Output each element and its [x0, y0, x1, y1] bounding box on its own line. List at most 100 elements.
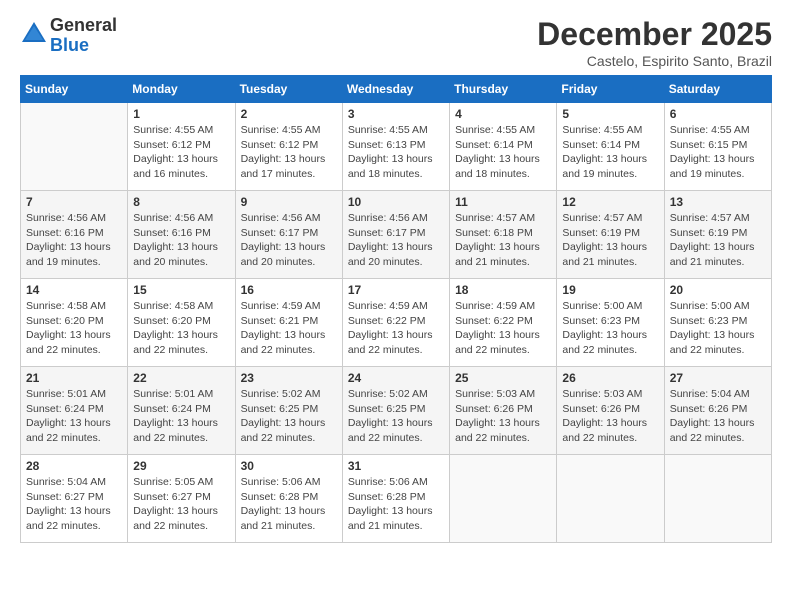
week-row-4: 21 Sunrise: 5:01 AMSunset: 6:24 PMDayligh…: [21, 367, 772, 455]
day-info: Sunrise: 5:05 AMSunset: 6:27 PMDaylight:…: [133, 475, 229, 534]
week-row-3: 14 Sunrise: 4:58 AMSunset: 6:20 PMDayligh…: [21, 279, 772, 367]
header-cell-saturday: Saturday: [664, 76, 771, 103]
day-number: 5: [562, 107, 658, 121]
day-number: 19: [562, 283, 658, 297]
day-info: Sunrise: 5:02 AMSunset: 6:25 PMDaylight:…: [348, 387, 444, 446]
day-number: 4: [455, 107, 551, 121]
month-title: December 2025: [537, 16, 772, 53]
day-number: 24: [348, 371, 444, 385]
day-cell: 18 Sunrise: 4:59 AMSunset: 6:22 PMDayligh…: [450, 279, 557, 367]
day-info: Sunrise: 5:00 AMSunset: 6:23 PMDaylight:…: [562, 299, 658, 358]
day-number: 9: [241, 195, 337, 209]
day-cell: 7Sunrise: 4:56 AMSunset: 6:16 PMDaylight…: [21, 191, 128, 279]
day-number: 11: [455, 195, 551, 209]
day-info: Sunrise: 4:57 AMSunset: 6:19 PMDaylight:…: [670, 211, 766, 270]
day-cell: 4 Sunrise: 4:55 AMSunset: 6:14 PMDaylight…: [450, 103, 557, 191]
page: General Blue December 2025 Castelo, Espi…: [0, 0, 792, 612]
day-cell: 10 Sunrise: 4:56 AMSunset: 6:17 PMDayligh…: [342, 191, 449, 279]
day-info: Sunrise: 4:56 AMSunset: 6:16 PMDaylight:…: [133, 211, 229, 270]
day-info: Sunrise: 4:55 AMSunset: 6:14 PMDaylight:…: [455, 123, 551, 182]
day-info: Sunrise: 4:55 AMSunset: 6:14 PMDaylight:…: [562, 123, 658, 182]
week-row-5: 28Sunrise: 5:04 AMSunset: 6:27 PMDayligh…: [21, 455, 772, 543]
day-info: Sunrise: 5:03 AMSunset: 6:26 PMDaylight:…: [562, 387, 658, 446]
day-cell: 22 Sunrise: 5:01 AMSunset: 6:24 PMDayligh…: [128, 367, 235, 455]
day-info: Sunrise: 4:58 AMSunset: 6:20 PMDaylight:…: [26, 299, 122, 358]
day-cell: 29 Sunrise: 5:05 AMSunset: 6:27 PMDayligh…: [128, 455, 235, 543]
day-cell: 20 Sunrise: 5:00 AMSunset: 6:23 PMDayligh…: [664, 279, 771, 367]
day-number: 8: [133, 195, 229, 209]
day-number: 22: [133, 371, 229, 385]
day-number: 21: [26, 371, 122, 385]
subtitle: Castelo, Espirito Santo, Brazil: [537, 53, 772, 69]
calendar-table: SundayMondayTuesdayWednesdayThursdayFrid…: [20, 75, 772, 543]
day-info: Sunrise: 4:55 AMSunset: 6:15 PMDaylight:…: [670, 123, 766, 182]
day-info: Sunrise: 5:06 AMSunset: 6:28 PMDaylight:…: [348, 475, 444, 534]
day-cell: 11Sunrise: 4:57 AMSunset: 6:18 PMDayligh…: [450, 191, 557, 279]
day-info: Sunrise: 4:59 AMSunset: 6:21 PMDaylight:…: [241, 299, 337, 358]
day-cell: 27Sunrise: 5:04 AMSunset: 6:26 PMDayligh…: [664, 367, 771, 455]
day-info: Sunrise: 5:04 AMSunset: 6:26 PMDaylight:…: [670, 387, 766, 446]
header-cell-monday: Monday: [128, 76, 235, 103]
day-number: 29: [133, 459, 229, 473]
day-number: 13: [670, 195, 766, 209]
day-number: 16: [241, 283, 337, 297]
day-info: Sunrise: 4:55 AMSunset: 6:12 PMDaylight:…: [241, 123, 337, 182]
day-number: 12: [562, 195, 658, 209]
day-info: Sunrise: 5:03 AMSunset: 6:26 PMDaylight:…: [455, 387, 551, 446]
day-number: 26: [562, 371, 658, 385]
day-info: Sunrise: 5:01 AMSunset: 6:24 PMDaylight:…: [26, 387, 122, 446]
day-cell: 12 Sunrise: 4:57 AMSunset: 6:19 PMDayligh…: [557, 191, 664, 279]
header: General Blue December 2025 Castelo, Espi…: [20, 16, 772, 69]
day-cell: 23Sunrise: 5:02 AMSunset: 6:25 PMDayligh…: [235, 367, 342, 455]
day-number: 31: [348, 459, 444, 473]
day-cell: 1 Sunrise: 4:55 AMSunset: 6:12 PMDaylight…: [128, 103, 235, 191]
day-info: Sunrise: 4:59 AMSunset: 6:22 PMDaylight:…: [455, 299, 551, 358]
header-row: SundayMondayTuesdayWednesdayThursdayFrid…: [21, 76, 772, 103]
day-cell: 26 Sunrise: 5:03 AMSunset: 6:26 PMDayligh…: [557, 367, 664, 455]
day-cell: [664, 455, 771, 543]
calendar-body: 1 Sunrise: 4:55 AMSunset: 6:12 PMDaylight…: [21, 103, 772, 543]
day-cell: 3Sunrise: 4:55 AMSunset: 6:13 PMDaylight…: [342, 103, 449, 191]
day-number: 14: [26, 283, 122, 297]
logo-icon: [20, 20, 48, 48]
day-info: Sunrise: 4:57 AMSunset: 6:19 PMDaylight:…: [562, 211, 658, 270]
day-cell: 13 Sunrise: 4:57 AMSunset: 6:19 PMDayligh…: [664, 191, 771, 279]
week-row-1: 1 Sunrise: 4:55 AMSunset: 6:12 PMDaylight…: [21, 103, 772, 191]
day-number: 3: [348, 107, 444, 121]
day-cell: [557, 455, 664, 543]
header-cell-sunday: Sunday: [21, 76, 128, 103]
day-cell: 17 Sunrise: 4:59 AMSunset: 6:22 PMDayligh…: [342, 279, 449, 367]
logo: General Blue: [20, 16, 117, 56]
day-info: Sunrise: 5:04 AMSunset: 6:27 PMDaylight:…: [26, 475, 122, 534]
day-info: Sunrise: 4:56 AMSunset: 6:17 PMDaylight:…: [241, 211, 337, 270]
day-number: 10: [348, 195, 444, 209]
day-number: 20: [670, 283, 766, 297]
day-info: Sunrise: 5:01 AMSunset: 6:24 PMDaylight:…: [133, 387, 229, 446]
header-cell-wednesday: Wednesday: [342, 76, 449, 103]
day-info: Sunrise: 4:56 AMSunset: 6:17 PMDaylight:…: [348, 211, 444, 270]
day-info: Sunrise: 4:59 AMSunset: 6:22 PMDaylight:…: [348, 299, 444, 358]
day-info: Sunrise: 5:06 AMSunset: 6:28 PMDaylight:…: [241, 475, 337, 534]
day-number: 6: [670, 107, 766, 121]
day-number: 25: [455, 371, 551, 385]
week-row-2: 7Sunrise: 4:56 AMSunset: 6:16 PMDaylight…: [21, 191, 772, 279]
day-number: 1: [133, 107, 229, 121]
day-cell: 9 Sunrise: 4:56 AMSunset: 6:17 PMDaylight…: [235, 191, 342, 279]
day-cell: 31 Sunrise: 5:06 AMSunset: 6:28 PMDayligh…: [342, 455, 449, 543]
day-cell: 25 Sunrise: 5:03 AMSunset: 6:26 PMDayligh…: [450, 367, 557, 455]
day-number: 17: [348, 283, 444, 297]
day-cell: 2Sunrise: 4:55 AMSunset: 6:12 PMDaylight…: [235, 103, 342, 191]
day-info: Sunrise: 5:02 AMSunset: 6:25 PMDaylight:…: [241, 387, 337, 446]
day-info: Sunrise: 5:00 AMSunset: 6:23 PMDaylight:…: [670, 299, 766, 358]
day-cell: 30Sunrise: 5:06 AMSunset: 6:28 PMDayligh…: [235, 455, 342, 543]
day-cell: 15Sunrise: 4:58 AMSunset: 6:20 PMDayligh…: [128, 279, 235, 367]
day-info: Sunrise: 4:56 AMSunset: 6:16 PMDaylight:…: [26, 211, 122, 270]
day-cell: 24 Sunrise: 5:02 AMSunset: 6:25 PMDayligh…: [342, 367, 449, 455]
calendar-header: SundayMondayTuesdayWednesdayThursdayFrid…: [21, 76, 772, 103]
day-cell: 28Sunrise: 5:04 AMSunset: 6:27 PMDayligh…: [21, 455, 128, 543]
day-cell: 8 Sunrise: 4:56 AMSunset: 6:16 PMDaylight…: [128, 191, 235, 279]
day-cell: [21, 103, 128, 191]
day-number: 15: [133, 283, 229, 297]
day-number: 18: [455, 283, 551, 297]
day-info: Sunrise: 4:55 AMSunset: 6:12 PMDaylight:…: [133, 123, 229, 182]
